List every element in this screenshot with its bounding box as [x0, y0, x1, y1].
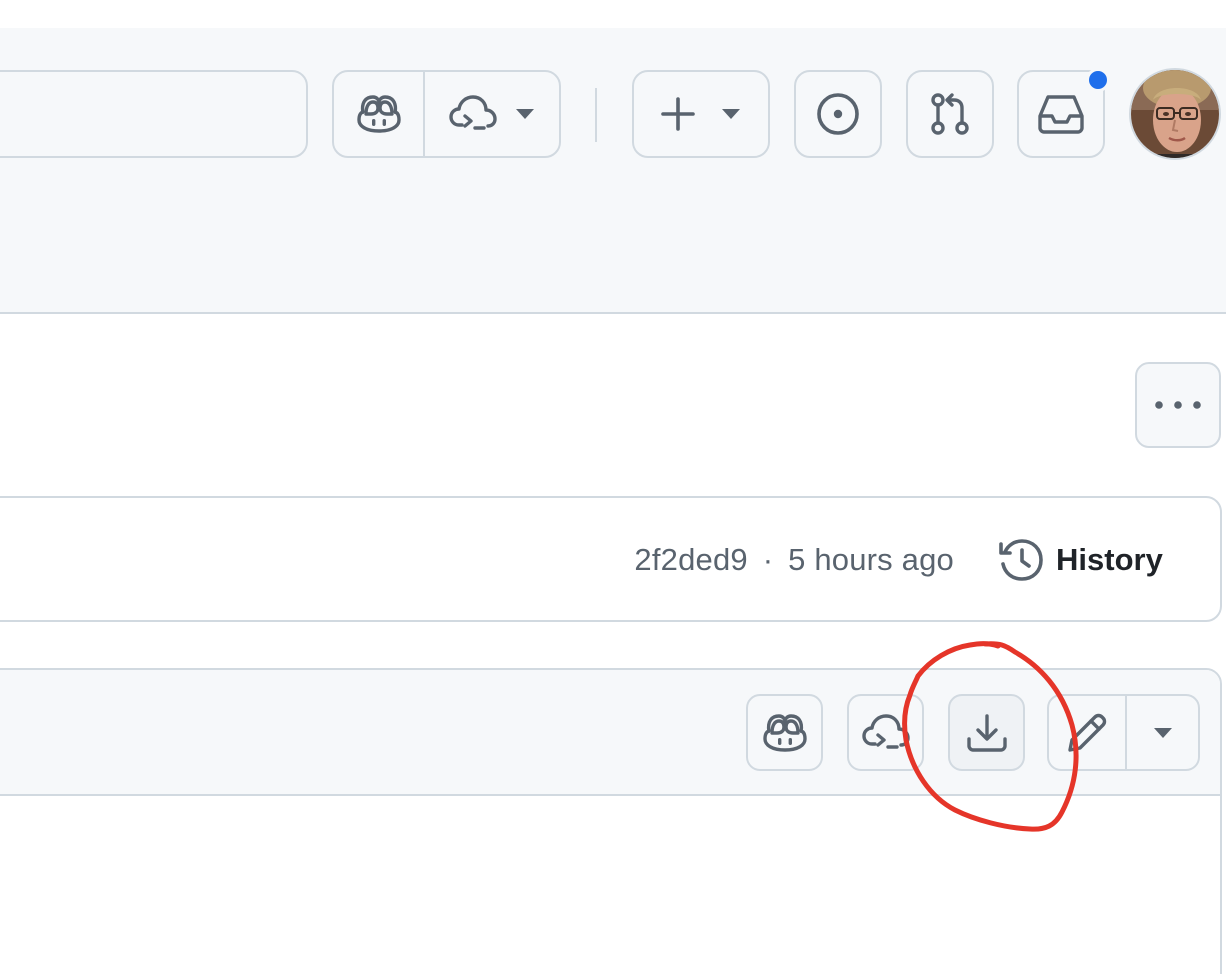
- cloud-terminal-icon: [449, 95, 497, 130]
- commit-meta: 2f2ded9 · 5 hours ago: [634, 542, 954, 578]
- file-viewer: [0, 668, 1222, 974]
- avatar[interactable]: [1129, 68, 1221, 160]
- triangle-down-icon: [722, 109, 740, 119]
- ask-copilot-button[interactable]: [746, 694, 823, 771]
- issue-opened-icon: [817, 93, 859, 135]
- cloud-terminal-icon: [861, 713, 910, 749]
- git-pull-request-icon: [931, 93, 969, 135]
- commit-time: 5 hours ago: [788, 542, 954, 577]
- download-icon: [966, 713, 1007, 752]
- copilot-icon: [356, 95, 401, 133]
- search-input[interactable]: [0, 70, 308, 158]
- commit-hash[interactable]: 2f2ded9: [634, 542, 747, 577]
- unread-notification-dot: [1086, 68, 1110, 92]
- global-header: [0, 28, 1226, 314]
- triangle-down-icon: [1153, 727, 1172, 738]
- commit-separator: ·: [762, 542, 774, 577]
- page: 2f2ded9 · 5 hours ago History: [0, 0, 1226, 974]
- copilot-button[interactable]: [334, 72, 423, 156]
- copilot-icon: [762, 713, 807, 752]
- edit-options-dropdown[interactable]: [1125, 696, 1198, 769]
- edit-file-button[interactable]: [1049, 696, 1125, 769]
- kebab-horizontal-icon: [1155, 401, 1201, 409]
- issues-button[interactable]: [794, 70, 882, 158]
- edit-file-group: [1047, 694, 1200, 771]
- history-icon: [999, 539, 1043, 581]
- header-divider: [595, 88, 597, 142]
- pull-requests-button[interactable]: [906, 70, 994, 158]
- pencil-icon: [1068, 713, 1107, 752]
- copilot-codespaces-group: [332, 70, 561, 158]
- inbox-icon: [1038, 95, 1084, 134]
- history-label: History: [1056, 542, 1163, 577]
- triangle-down-icon: [516, 109, 534, 119]
- create-new-button[interactable]: [632, 70, 770, 158]
- repo-more-options-button[interactable]: [1135, 362, 1221, 448]
- history-link[interactable]: History: [998, 538, 1163, 582]
- plus-icon: [661, 97, 695, 131]
- open-in-codespace-button[interactable]: [847, 694, 924, 771]
- download-raw-file-button[interactable]: [948, 694, 1025, 771]
- file-header: [0, 670, 1220, 796]
- codespaces-button[interactable]: [423, 72, 559, 156]
- user-avatar-image: [1131, 70, 1219, 158]
